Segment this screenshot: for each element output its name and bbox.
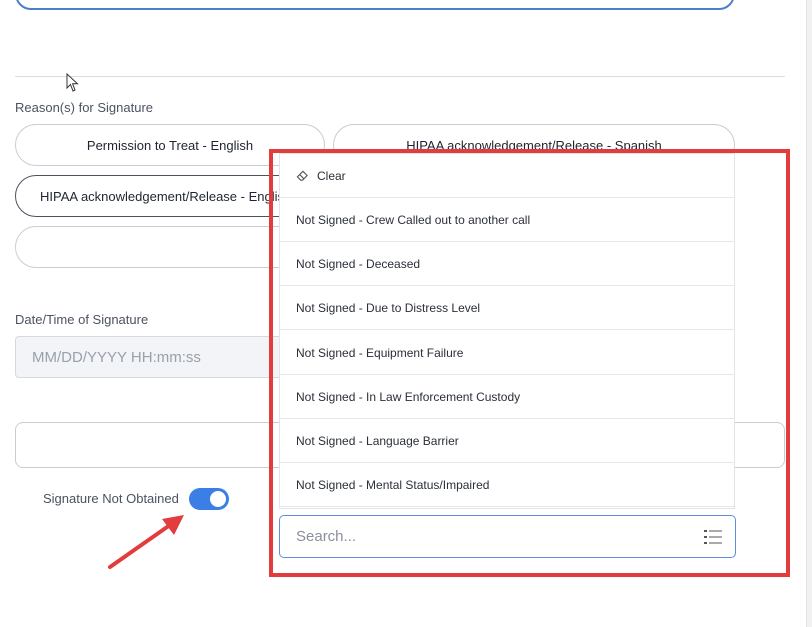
top-field[interactable] bbox=[15, 0, 735, 10]
reasons-label: Reason(s) for Signature bbox=[15, 100, 154, 115]
toggle-knob bbox=[210, 491, 226, 507]
highlight-box bbox=[269, 149, 790, 577]
date-label: Date/Time of Signature bbox=[15, 312, 149, 327]
section-divider bbox=[15, 76, 785, 77]
arrow-annotation bbox=[108, 515, 184, 569]
signature-not-obtained-toggle[interactable] bbox=[189, 488, 229, 510]
signature-not-obtained-label: Signature Not Obtained bbox=[43, 491, 179, 506]
cursor-icon bbox=[66, 73, 79, 92]
page-scrollbar[interactable] bbox=[806, 0, 812, 627]
